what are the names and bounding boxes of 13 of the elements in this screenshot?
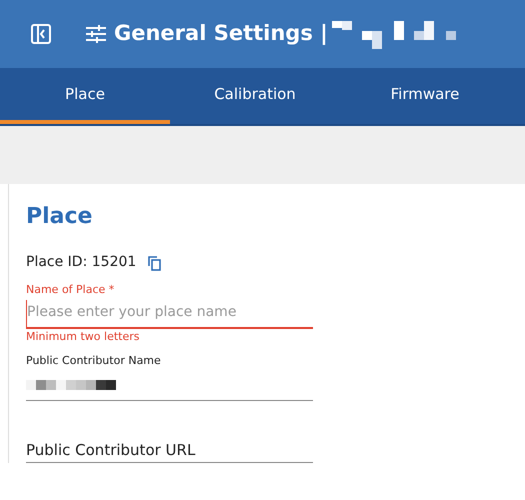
copy-icon[interactable] <box>148 256 162 271</box>
sliders-icon <box>86 25 106 43</box>
page-title: General Settings | <box>114 20 328 48</box>
url-field[interactable]: Public Contributor URL <box>26 440 313 463</box>
section-heading: Place <box>26 204 94 230</box>
name-field[interactable]: Please enter your place name <box>26 300 313 329</box>
tab[interactable]: Calibration <box>170 68 340 124</box>
field-label: Public Contributor Name <box>26 353 162 370</box>
field-label: Name of Place * <box>26 282 116 298</box>
error-message: Minimum two letters <box>26 328 140 345</box>
place-id-text: Place ID: 15201 <box>26 252 136 272</box>
tab[interactable]: Firmware <box>340 68 510 124</box>
sidebar-toggle-icon[interactable] <box>31 24 51 44</box>
